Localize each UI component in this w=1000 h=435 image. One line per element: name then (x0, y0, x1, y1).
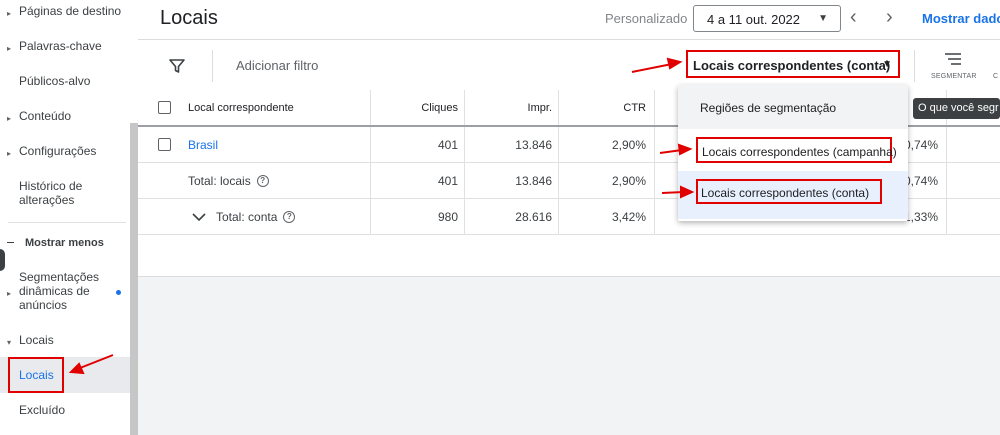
menu-item-target-regions[interactable]: Regiões de segmentação (678, 85, 908, 129)
previous-period-button[interactable]: ‹ (850, 5, 857, 29)
menu-item-label: Locais correspondentes (conta) (701, 186, 870, 200)
segment-label: SEGMENTAR (931, 73, 977, 80)
sidebar: ▸ Páginas de destino ▸ Palavras-chave Pú… (0, 0, 138, 435)
chevron-down-icon: ▾ (7, 338, 12, 347)
chevron-right-icon: ▸ (7, 114, 12, 123)
ctr-cell: 2,90% (611, 173, 646, 188)
total-account-row: Total: conta ? (192, 199, 296, 234)
segment-dropdown[interactable]: Locais correspondentes (conta) ▼ (686, 50, 900, 78)
segment-icon[interactable] (944, 52, 962, 66)
sidebar-item-label: Configurações (19, 144, 97, 158)
row-checkbox[interactable] (158, 138, 171, 151)
sidebar-scrollbar[interactable] (130, 123, 138, 435)
impr-cell: 13.846 (515, 137, 552, 152)
chevron-down-icon[interactable] (192, 212, 206, 222)
select-all-checkbox[interactable] (158, 101, 171, 114)
column-header-clicks[interactable]: Cliques (378, 90, 458, 125)
show-data-button[interactable]: Mostrar dados (922, 11, 1000, 26)
segment-dropdown-value: Locais correspondentes (conta) (693, 58, 891, 73)
sidebar-item-label: Palavras-chave (19, 39, 102, 53)
dropdown-arrow-icon: ▼ (882, 59, 892, 70)
dropdown-arrow-icon: ▼ (818, 13, 828, 24)
date-range-value: 4 a 11 out. 2022 (707, 12, 801, 27)
segment-menu: Regiões de segmentação Locais correspond… (678, 85, 908, 221)
total-label: Total: locais (188, 173, 251, 188)
help-icon[interactable]: ? (256, 174, 269, 187)
page-header: Locais Personalizado 4 a 11 out. 2022 ▼ … (138, 0, 1000, 40)
next-period-button[interactable]: › (886, 5, 893, 29)
minus-icon (7, 242, 14, 243)
toolbar-divider (914, 50, 915, 82)
impr-cell: 13.846 (515, 173, 552, 188)
total-locations-row: Total: locais ? (188, 163, 269, 198)
toolbar-divider (212, 50, 213, 82)
sidebar-item-label: Públicos-alvo (19, 74, 91, 88)
sidebar-item-label: Locais (19, 368, 54, 382)
location-link[interactable]: Brasil (188, 127, 218, 162)
menu-item-matched-locations-account[interactable]: Locais correspondentes (conta) (696, 179, 882, 204)
date-mode-label: Personalizado (605, 11, 688, 26)
menu-item-matched-locations-campaign[interactable]: Locais correspondentes (campanha) (696, 137, 897, 163)
total-label: Total: conta (216, 209, 278, 224)
clicks-cell: 401 (437, 137, 458, 152)
collapse-handle-icon[interactable] (0, 249, 5, 271)
help-icon[interactable]: ? (283, 210, 296, 223)
clicks-cell: 980 (437, 209, 458, 224)
sidebar-item-label: Páginas de destino (19, 4, 122, 18)
chevron-right-icon: ▸ (7, 9, 12, 18)
sidebar-item-label: Mostrar menos (25, 237, 104, 249)
toolbar-next-label: C (993, 73, 999, 80)
date-range-picker[interactable]: 4 a 11 out. 2022 ▼ (693, 5, 841, 32)
tooltip: O que você segr (913, 98, 1000, 119)
add-filter-button[interactable]: Adicionar filtro (236, 58, 318, 73)
menu-item-label: Locais correspondentes (campanha) (702, 145, 897, 159)
ctr-cell: 2,90% (611, 137, 646, 152)
column-header-location[interactable]: Local correspondente (188, 90, 294, 125)
menu-item-label: Regiões de segmentação (700, 101, 837, 115)
chevron-right-icon: ▸ (7, 149, 12, 158)
sidebar-item-label: Locais (19, 333, 54, 347)
sidebar-item-label: Excluído (19, 403, 66, 417)
notification-dot-icon (116, 290, 121, 295)
filter-icon[interactable] (168, 57, 186, 75)
column-header-impr[interactable]: Impr. (472, 90, 552, 125)
chevron-right-icon: ▸ (7, 44, 12, 53)
impr-cell: 28.616 (515, 209, 552, 224)
column-header-ctr[interactable]: CTR (566, 90, 646, 125)
sidebar-divider (8, 222, 126, 223)
sidebar-item-label: Histórico de alterações (19, 179, 83, 207)
page-title: Locais (160, 7, 218, 29)
clicks-cell: 401 (437, 173, 458, 188)
sidebar-item-label: Segmentações dinâmicas de anúncios (19, 270, 100, 312)
chevron-right-icon: ▸ (7, 289, 12, 298)
sidebar-item-label: Conteúdo (19, 109, 72, 123)
ctr-cell: 3,42% (611, 209, 646, 224)
